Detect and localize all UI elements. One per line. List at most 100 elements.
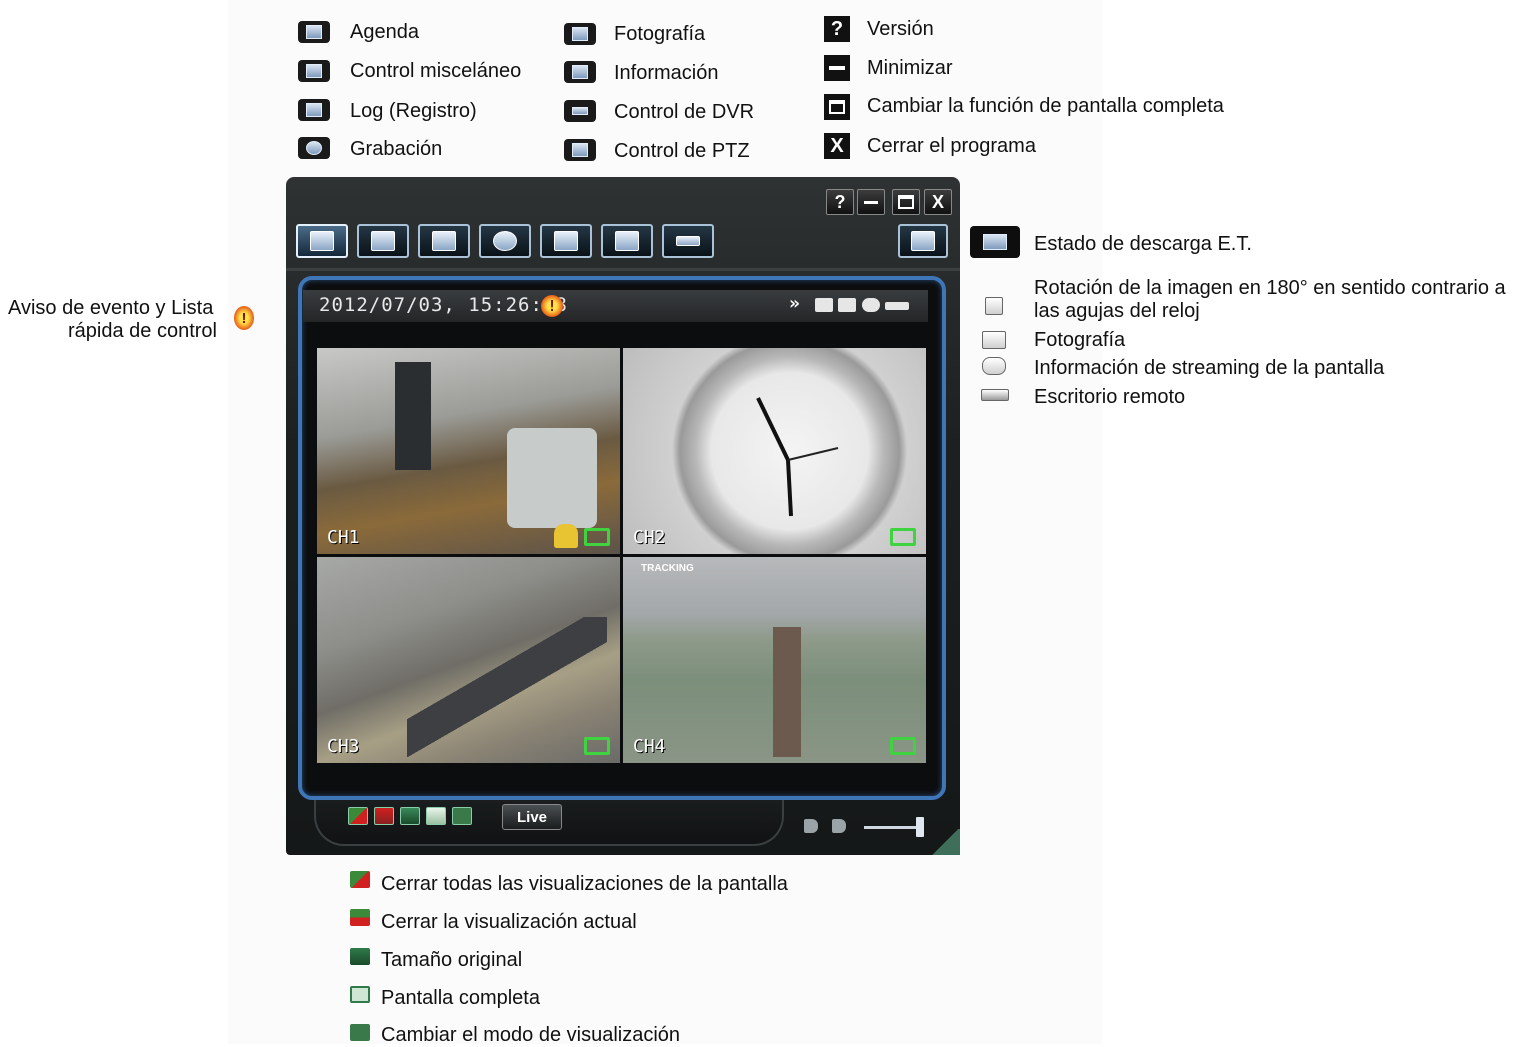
full-screen-button[interactable] (426, 807, 446, 825)
volume-icon[interactable] (832, 819, 846, 833)
minimize-button[interactable] (857, 189, 885, 215)
misc-control-icon (298, 60, 330, 82)
download-status-button[interactable] (898, 224, 948, 258)
info-icon (615, 231, 639, 251)
log-icon (432, 231, 456, 251)
toolbar-agenda-button[interactable] (296, 224, 348, 258)
toolbar-log-button[interactable] (418, 224, 470, 258)
legend-info: Información (614, 62, 719, 84)
motion-icon (554, 524, 578, 548)
legend-ptz-control: Control de PTZ (614, 140, 750, 162)
legend-fullscreen: Cambiar la función de pantalla completa (867, 95, 1224, 117)
close-button[interactable]: X (924, 189, 952, 215)
version-button[interactable]: ? (826, 189, 854, 215)
close-current-view-icon (350, 909, 370, 926)
original-size-icon (350, 948, 370, 965)
legend-remote: Escritorio remoto (1034, 386, 1186, 408)
dvr-app-window: ? X 2012/07/03, 15:26:18 ! » CH1 CH2 CH3… (286, 177, 960, 855)
snapshot-icon[interactable] (838, 298, 856, 312)
recording-icon (890, 528, 916, 546)
recording-icon (584, 737, 610, 755)
dvr-control-icon (564, 100, 596, 122)
recording-icon (890, 737, 916, 755)
volume-slider-handle[interactable] (916, 817, 924, 837)
display-mode-icon (350, 1024, 370, 1041)
forward-icon[interactable]: » (789, 293, 800, 314)
version-icon: ? (824, 16, 850, 42)
tracking-overlay: TRACKING (641, 563, 694, 574)
close-current-view-button[interactable] (374, 807, 394, 825)
toolbar-info-button[interactable] (601, 224, 653, 258)
recording-icon (584, 528, 610, 546)
channel-label: CH1 (327, 527, 360, 548)
legend-close-current: Cerrar la visualización actual (381, 911, 637, 933)
legend-streaming: Información de streaming de la pantalla (1034, 357, 1385, 379)
channel-label: CH4 (633, 736, 666, 757)
channel-label: CH3 (327, 736, 360, 757)
resize-corner[interactable] (930, 829, 960, 855)
live-button[interactable]: Live (502, 804, 562, 830)
record-icon (298, 137, 330, 159)
event-alert-icon: ! (234, 306, 254, 330)
rotate-icon[interactable] (815, 298, 833, 312)
channel-label: CH2 (633, 527, 666, 548)
streaming-icon[interactable] (862, 298, 880, 312)
record-icon (493, 231, 517, 251)
toolbar-dvr-control-button[interactable] (662, 224, 714, 258)
close-all-views-button[interactable] (348, 807, 368, 825)
full-screen-icon (350, 986, 370, 1003)
fullscreen-toggle-button[interactable] (892, 189, 920, 215)
toolbar-misc-control-button[interactable] (357, 224, 409, 258)
event-alert-button[interactable]: ! (541, 295, 563, 317)
clock-face (756, 397, 839, 517)
event-note-line2: rápida de control (68, 320, 217, 342)
legend-rotate-line1: Rotación de la imagen en 180° en sentido… (1034, 277, 1506, 299)
download-status-icon (970, 226, 1020, 258)
legend-close: Cerrar el programa (867, 135, 1036, 157)
legend-full-screen: Pantalla completa (381, 987, 540, 1009)
mute-icon[interactable] (804, 819, 818, 833)
display-mode-button[interactable] (452, 807, 472, 825)
snapshot-icon (564, 23, 596, 45)
rotate-icon (985, 297, 1003, 315)
fullscreen-icon (824, 94, 850, 120)
toolbar-snapshot-button[interactable] (540, 224, 592, 258)
misc-control-icon (371, 231, 395, 251)
streaming-icon (982, 357, 1006, 375)
close-icon: X (824, 133, 850, 159)
remote-desktop-icon[interactable] (885, 302, 909, 310)
legend-rotate-line2: las agujas del reloj (1034, 300, 1200, 322)
download-icon (911, 231, 935, 251)
info-icon (564, 61, 596, 83)
camera-ch2[interactable]: CH2 (623, 348, 926, 554)
toolbar-record-button[interactable] (479, 224, 531, 258)
legend-download: Estado de descarga E.T. (1034, 233, 1252, 255)
legend-display-mode: Cambiar el modo de visualización (381, 1024, 681, 1046)
agenda-icon (298, 21, 330, 43)
original-size-button[interactable] (400, 807, 420, 825)
volume-slider-track[interactable] (864, 826, 922, 829)
minimize-icon (824, 55, 850, 81)
legend-log: Log (Registro) (350, 100, 477, 122)
legend-record: Grabación (350, 138, 443, 160)
legend-agenda: Agenda (350, 21, 419, 43)
legend-snapshot-right: Fotografía (1034, 329, 1126, 351)
camera-ch3[interactable]: CH3 (317, 557, 620, 763)
datetime-label: 2012/07/03, 15:26:18 (319, 294, 568, 316)
ptz-control-icon (564, 139, 596, 161)
snapshot-small-icon (982, 331, 1006, 349)
legend-misc-control: Control misceláneo (350, 60, 522, 82)
agenda-icon (310, 231, 334, 251)
legend-snapshot: Fotografía (614, 23, 706, 45)
log-icon (298, 99, 330, 121)
legend-dvr-control: Control de DVR (614, 101, 755, 123)
snapshot-icon (554, 231, 578, 251)
legend-original-size: Tamaño original (381, 949, 523, 971)
camera-ch1[interactable]: CH1 (317, 348, 620, 554)
remote-desktop-icon (981, 389, 1009, 401)
toolbar-divider (286, 268, 960, 271)
legend-version: Versión (867, 18, 934, 40)
camera-ch4[interactable]: TRACKING CH4 (623, 557, 926, 763)
event-note-line1: Aviso de evento y Lista (8, 297, 214, 319)
legend-minimize: Minimizar (867, 57, 953, 79)
